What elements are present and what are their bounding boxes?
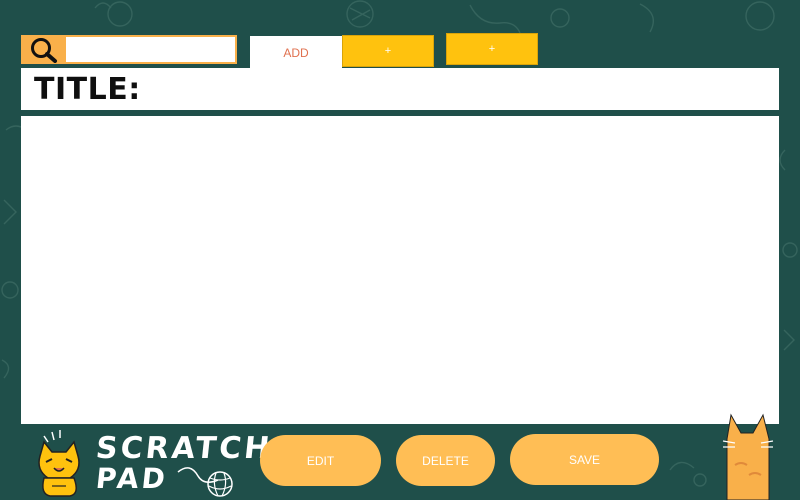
- title-divider: [29, 111, 779, 115]
- edit-button[interactable]: EDIT: [260, 435, 381, 486]
- title-bar[interactable]: TITLE:: [21, 68, 779, 110]
- search-input[interactable]: [66, 35, 237, 64]
- peeking-cat-icon: [722, 405, 774, 500]
- logo-line-1: SCRATCH: [94, 431, 275, 466]
- save-button[interactable]: SAVE: [510, 434, 659, 485]
- note-body-textarea[interactable]: [21, 116, 779, 424]
- cat-logo-icon: [38, 430, 80, 497]
- search-icon: [30, 37, 57, 63]
- tab-add[interactable]: ADD: [250, 36, 342, 70]
- delete-button[interactable]: DELETE: [396, 435, 495, 486]
- tab-new-2[interactable]: +: [446, 33, 538, 65]
- title-label: TITLE:: [34, 72, 141, 107]
- scratch-pad-logo: SCRATCH PAD: [28, 426, 274, 500]
- yarn-ball-icon: [177, 467, 233, 497]
- logo-line-2: PAD: [94, 462, 170, 495]
- search-button[interactable]: [21, 35, 66, 64]
- tab-new-1[interactable]: +: [342, 35, 434, 67]
